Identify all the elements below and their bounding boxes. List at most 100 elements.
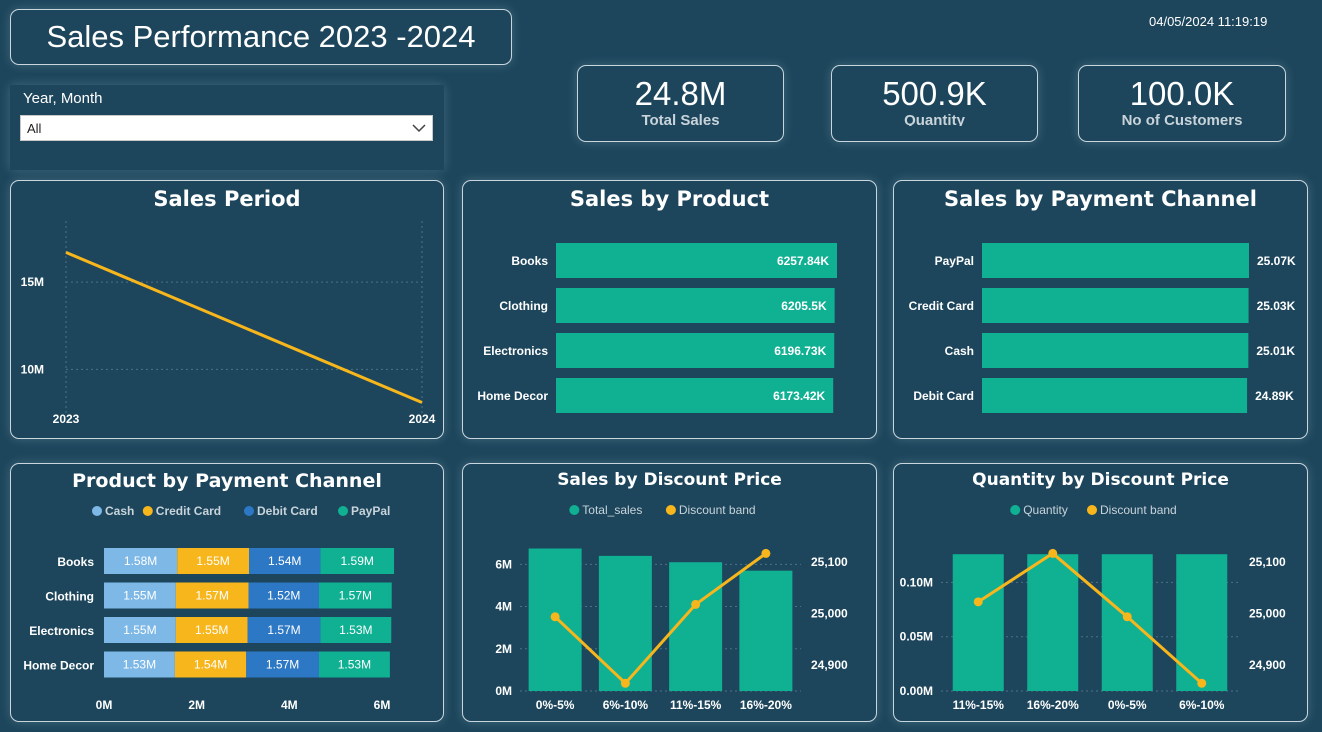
- kpi-value: 24.8M: [634, 75, 727, 112]
- data-label: 1.53M: [339, 623, 372, 637]
- bar: [1101, 554, 1153, 691]
- discount-line: [977, 551, 1203, 685]
- x-tick-label: 16%-20%: [740, 698, 792, 712]
- slicer-selected-value: All: [27, 121, 42, 136]
- kpi-label: Total Sales: [641, 112, 720, 126]
- line-point: [620, 678, 630, 688]
- y-tick-label: 15M: [21, 275, 44, 289]
- sales-by-payment-channel-chart: PayPal 25.07K Credit Card 25.03K Cash 25.01K D…: [909, 243, 1296, 413]
- line-point: [1048, 548, 1058, 558]
- category-label: Electronics: [29, 624, 94, 638]
- kpi-label: No of Customers: [1121, 112, 1243, 126]
- line-point: [1197, 678, 1207, 688]
- product-by-payment-channel-card: Product by Payment Channel Cash Credit Ca…: [10, 463, 444, 722]
- chevron-down-icon: [412, 124, 426, 133]
- category-label: Books: [57, 555, 94, 569]
- sales-by-product-chart: Books 6257.84K Clothing 6205.5K Electronics 6…: [477, 243, 837, 413]
- bar: [1176, 554, 1228, 691]
- y-tick-label-left: 6M: [495, 557, 512, 571]
- category-label: Debit Card: [913, 389, 974, 403]
- y-tick-label-right: 25,100: [811, 555, 848, 569]
- data-label: 1.52M: [267, 589, 300, 603]
- year-month-slicer: Year, Month All: [10, 85, 444, 170]
- data-label: 6196.73K: [774, 344, 826, 358]
- x-tick-label: 6M: [374, 698, 391, 712]
- data-label: 6205.5K: [781, 299, 827, 313]
- y-tick-label-right: 25,000: [1249, 607, 1286, 621]
- line-point: [691, 599, 701, 609]
- data-label: 1.55M: [196, 554, 229, 568]
- quantity-by-discount-card: Quantity by Discount Price Quantity Disco…: [893, 463, 1308, 722]
- data-label: 1.54M: [268, 554, 301, 568]
- data-label: 1.55M: [123, 589, 156, 603]
- category-label: Clothing: [45, 590, 94, 604]
- sales-by-discount-card: Sales by Discount Price Total_sales Disco…: [462, 463, 877, 722]
- legend-marker: [338, 506, 348, 516]
- legend-marker: [1010, 505, 1021, 515]
- category-label: Home Decor: [477, 389, 548, 403]
- legend-label: Total_sales: [582, 503, 642, 517]
- bar: [598, 555, 652, 691]
- data-label: 6173.42K: [773, 389, 825, 403]
- data-label: 1.57M: [266, 658, 299, 672]
- kpi-customers: 100.0K No of Customers: [1078, 65, 1286, 142]
- x-tick-label: 0%-5%: [536, 698, 575, 712]
- data-label: 1.54M: [194, 658, 227, 672]
- sales-period-chart: 15M 10M 2023 2024: [21, 221, 436, 426]
- bar: [982, 243, 1249, 278]
- x-tick-label: 0M: [96, 698, 113, 712]
- data-label: 1.58M: [124, 554, 157, 568]
- category-label: Books: [511, 254, 548, 268]
- x-tick-label: 6%-10%: [1179, 698, 1225, 712]
- data-label: 1.55M: [195, 623, 228, 637]
- line-point: [973, 597, 983, 607]
- year-month-dropdown[interactable]: All: [20, 115, 433, 141]
- product-by-payment-channel-chart: Cash Credit Card Debit Card PayPal Books 1.58…: [23, 504, 395, 712]
- y-tick-label-left: 0.10M: [900, 575, 933, 589]
- data-label: 1.57M: [339, 589, 372, 603]
- data-label: 25.07K: [1257, 254, 1296, 268]
- discount-line: [554, 552, 767, 686]
- sales-period-card: Sales Period 15M 10M 2023 2024: [10, 180, 444, 439]
- legend-label: Cash: [105, 504, 134, 518]
- y-tick-label-right: 24,900: [1249, 658, 1286, 672]
- x-tick-label: 11%-15%: [670, 698, 722, 712]
- category-label: Cash: [945, 344, 974, 358]
- sales-by-payment-channel-card: Sales by Payment Channel PayPal 25.07K Cre…: [893, 180, 1308, 439]
- y-tick-label-left: 2M: [495, 642, 512, 656]
- data-label: 1.53M: [338, 658, 371, 672]
- y-tick-label-right: 25,100: [1249, 555, 1286, 569]
- kpi-value: 500.9K: [882, 75, 987, 112]
- legend-label: PayPal: [351, 504, 390, 518]
- legend-marker: [92, 506, 102, 516]
- legend-label: Quantity: [1023, 503, 1068, 517]
- kpi-quantity: 500.9K Quantity: [831, 65, 1038, 142]
- category-label: Clothing: [499, 299, 548, 313]
- data-label: 25.03K: [1257, 299, 1296, 313]
- bar: [982, 378, 1248, 413]
- data-label: 1.57M: [267, 623, 300, 637]
- sales-line: [65, 251, 423, 404]
- legend-marker: [665, 505, 676, 515]
- x-tick-label: 2M: [188, 698, 205, 712]
- legend-label: Discount band: [679, 503, 756, 517]
- data-label: 24.89K: [1255, 389, 1294, 403]
- sales-by-product-card: Sales by Product Books 6257.84K Clothing 62…: [462, 180, 877, 439]
- x-tick-label: 4M: [281, 698, 298, 712]
- y-tick-label-left: 0M: [495, 684, 512, 698]
- x-tick-label: 2024: [409, 412, 436, 426]
- bar: [1027, 554, 1079, 691]
- legend-marker: [142, 506, 153, 516]
- bar: [982, 288, 1249, 323]
- y-tick-label-left: 0.05M: [900, 630, 933, 644]
- data-label: 1.57M: [196, 589, 229, 603]
- x-tick-label: 16%-20%: [1027, 698, 1079, 712]
- data-label: 1.59M: [341, 554, 374, 568]
- slicer-label: Year, Month: [23, 90, 103, 107]
- kpi-label: Quantity: [904, 112, 965, 126]
- legend-marker: [1087, 505, 1097, 515]
- y-tick-label-right: 24,900: [811, 658, 848, 672]
- y-tick-label: 10M: [21, 362, 44, 376]
- legend-marker: [244, 506, 254, 516]
- legend-marker: [569, 505, 580, 515]
